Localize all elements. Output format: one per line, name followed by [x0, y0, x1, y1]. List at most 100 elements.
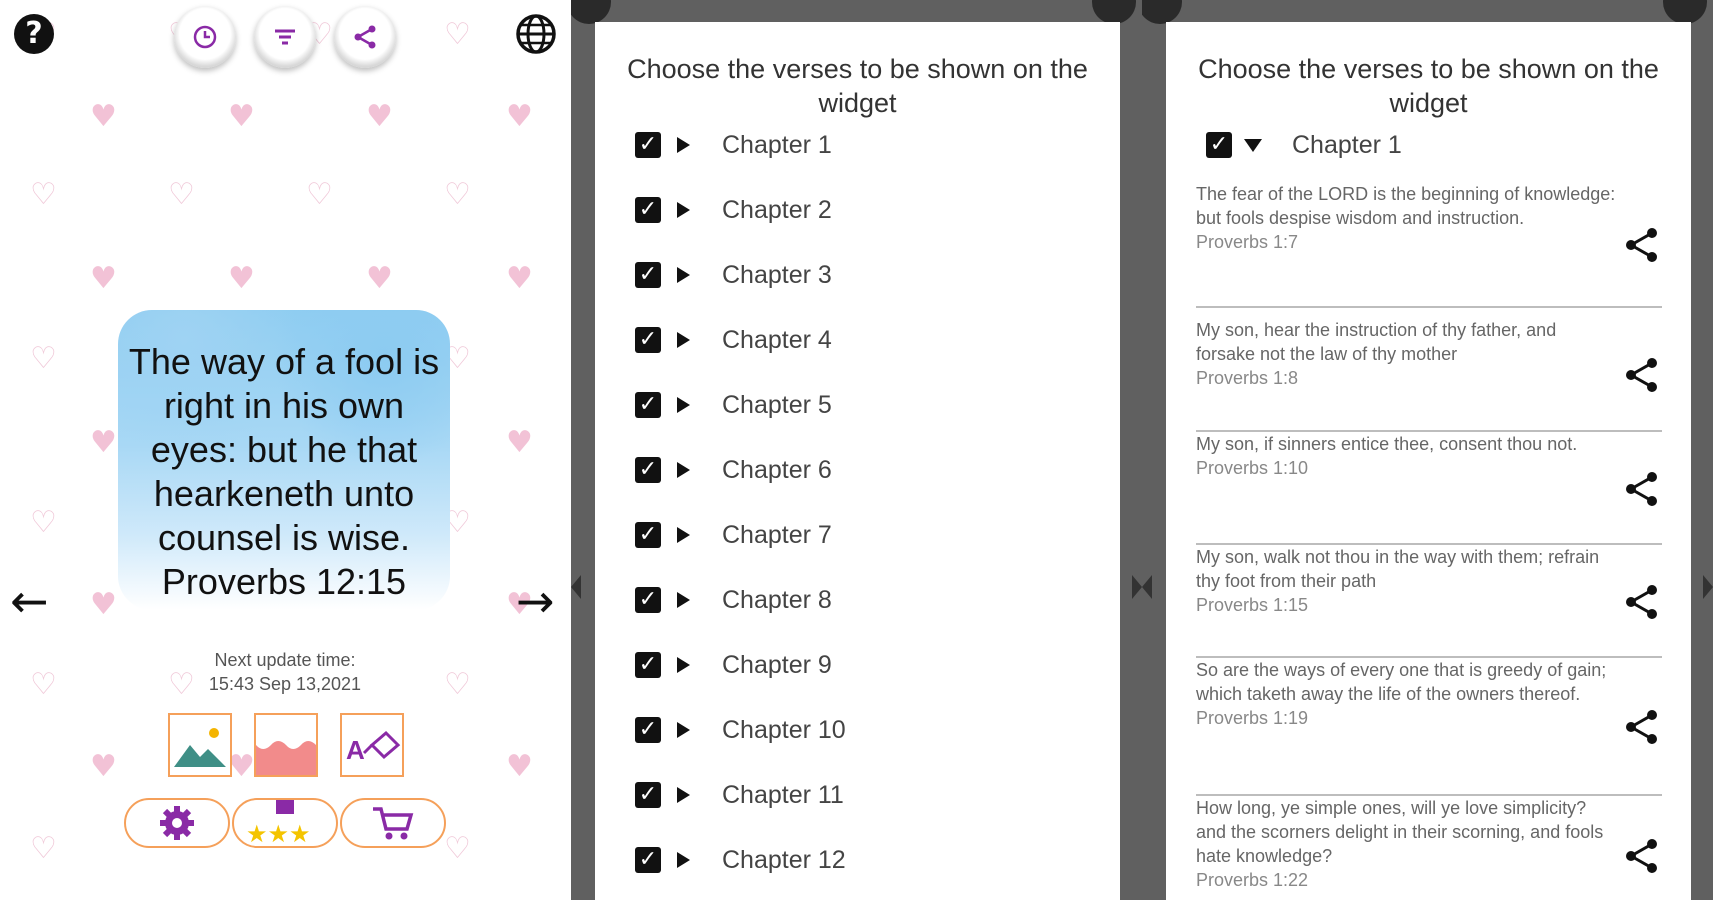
svg-text:★★★: ★★★ — [246, 820, 311, 846]
expand-triangle-icon[interactable] — [677, 592, 690, 608]
chapter-row[interactable]: ✓ Chapter 11 — [635, 770, 844, 820]
wave-style-tile[interactable] — [254, 713, 318, 777]
heart-icon: ♡ — [444, 17, 471, 52]
verse-chooser-sheet: Choose the verses to be shown on the wid… — [595, 22, 1120, 900]
expand-triangle-icon[interactable] — [677, 462, 690, 478]
heart-icon: ♡ — [444, 831, 471, 866]
expand-triangle-icon[interactable] — [677, 397, 690, 413]
verse-item-body: My son, hear the instruction of thy fath… — [1196, 320, 1557, 364]
verse-item-ref: Proverbs 1:19 — [1196, 708, 1309, 728]
verse-item-body: So are the ways of every one that is gre… — [1196, 660, 1607, 704]
chapter-checkbox[interactable]: ✓ — [635, 132, 661, 158]
heart-icon: ♥ — [506, 261, 533, 296]
chapter-checkbox[interactable]: ✓ — [635, 717, 661, 743]
chapter-row-expanded[interactable]: ✓ Chapter 1 — [1206, 120, 1402, 170]
verse-item-ref: Proverbs 1:22 — [1196, 870, 1309, 890]
chapter-label: Chapter 1 — [1292, 130, 1402, 159]
expand-triangle-icon[interactable] — [677, 137, 690, 153]
verse-item-body: How long, ye simple ones, will ye love s… — [1196, 798, 1604, 866]
chapter-label: Chapter 8 — [722, 585, 832, 614]
chapter-label: Chapter 2 — [722, 195, 832, 224]
gear-icon — [160, 806, 194, 840]
rate-button[interactable]: ★★★ — [232, 798, 338, 848]
chapter-row[interactable]: ✓ Chapter 9 — [635, 640, 832, 690]
verse-item-text: So are the ways of every one that is gre… — [1196, 658, 1616, 730]
chapter-checkbox[interactable]: ✓ — [635, 327, 661, 353]
verse-body: The way of a fool is right in his own ey… — [128, 341, 440, 558]
expand-triangle-icon[interactable] — [677, 722, 690, 738]
expand-triangle-icon[interactable] — [677, 787, 690, 803]
chapter-row[interactable]: ✓ Chapter 7 — [635, 510, 832, 560]
heart-icon: ♥ — [90, 99, 117, 134]
globe-icon[interactable] — [514, 12, 558, 56]
expand-triangle-icon[interactable] — [677, 202, 690, 218]
share-icon[interactable] — [1622, 225, 1662, 265]
verse-item[interactable]: So are the ways of every one that is gre… — [1196, 658, 1662, 796]
share-icon[interactable] — [1622, 707, 1662, 747]
background-image-tile[interactable] — [168, 713, 232, 777]
verse-item-text: The fear of the LORD is the beginning of… — [1196, 182, 1616, 254]
verse-item[interactable]: The fear of the LORD is the beginning of… — [1196, 182, 1662, 308]
next-arrow-icon[interactable]: → — [516, 578, 555, 624]
chapter-row[interactable]: ✓ Chapter 5 — [635, 380, 832, 430]
heart-icon: ♡ — [30, 341, 57, 376]
verse-item[interactable]: My son, hear the instruction of thy fath… — [1196, 318, 1662, 432]
prev-arrow-icon[interactable]: ← — [10, 578, 49, 624]
chapter-row[interactable]: ✓ Chapter 1 — [635, 120, 832, 170]
chapter-row[interactable]: ✓ Chapter 10 — [635, 705, 846, 755]
verse-item-body: The fear of the LORD is the beginning of… — [1196, 184, 1616, 228]
share-icon[interactable] — [1622, 582, 1662, 622]
heart-icon: ♥ — [90, 587, 117, 622]
chapter-checkbox[interactable]: ✓ — [635, 782, 661, 808]
verse-text: The way of a fool is right in his own ey… — [118, 340, 450, 604]
text-paint-icon: A — [346, 730, 401, 765]
share-icon[interactable] — [1622, 469, 1662, 509]
heart-icon: ♥ — [228, 99, 255, 134]
expand-triangle-icon[interactable] — [677, 267, 690, 283]
collapse-triangle-icon[interactable] — [1244, 138, 1262, 152]
verse-item[interactable]: My son, walk not thou in the way with th… — [1196, 545, 1662, 658]
shadow-decoration — [1142, 0, 1182, 24]
wave-icon — [256, 715, 316, 749]
expand-triangle-icon[interactable] — [677, 332, 690, 348]
verse-list-panel: Choose the verses to be shown on the wid… — [1142, 0, 1713, 900]
chapter-row[interactable]: ✓ Chapter 8 — [635, 575, 832, 625]
clock-icon — [193, 25, 217, 49]
verse-chooser-sheet: Choose the verses to be shown on the wid… — [1166, 22, 1691, 900]
chapter-row[interactable]: ✓ Chapter 12 — [635, 835, 846, 885]
chapter-checkbox[interactable]: ✓ — [635, 262, 661, 288]
chapter-checkbox[interactable]: ✓ — [635, 457, 661, 483]
chapter-row[interactable]: ✓ Chapter 2 — [635, 185, 832, 235]
history-button[interactable] — [174, 6, 236, 68]
svg-text:A: A — [346, 735, 365, 765]
text-style-tile[interactable]: A — [340, 713, 404, 777]
expand-triangle-icon[interactable] — [677, 527, 690, 543]
expand-triangle-icon[interactable] — [677, 852, 690, 868]
settings-button[interactable] — [124, 798, 230, 848]
widget-preview-panel: ♡♡♡♡♥♥♥♥♡♡♡♡♥♥♥♥♡♡♥♥♡♡♥♥♡♡♡♥♥♥♡♡ ? — [0, 0, 570, 900]
verse-card[interactable]: The way of a fool is right in his own ey… — [118, 310, 450, 610]
chapter-row[interactable]: ✓ Chapter 3 — [635, 250, 832, 300]
filter-button[interactable] — [254, 6, 316, 68]
stars-icon: ★★★ — [246, 800, 311, 846]
heart-icon: ♥ — [228, 261, 255, 296]
chapter-checkbox[interactable]: ✓ — [635, 197, 661, 223]
chapter-label: Chapter 10 — [722, 715, 846, 744]
verse-item[interactable]: My son, if sinners entice thee, consent … — [1196, 432, 1662, 545]
chapter-checkbox[interactable]: ✓ — [635, 587, 661, 613]
share-button[interactable] — [334, 6, 396, 68]
chapter-checkbox[interactable]: ✓ — [635, 522, 661, 548]
share-icon[interactable] — [1622, 355, 1662, 395]
expand-triangle-icon[interactable] — [677, 657, 690, 673]
help-icon[interactable]: ? — [14, 14, 54, 54]
chapter-checkbox[interactable]: ✓ — [635, 392, 661, 418]
verse-item[interactable]: How long, ye simple ones, will ye love s… — [1196, 796, 1662, 900]
chapter-checkbox[interactable]: ✓ — [635, 652, 661, 678]
chapter-row[interactable]: ✓ Chapter 6 — [635, 445, 832, 495]
chapter-row[interactable]: ✓ Chapter 4 — [635, 315, 832, 365]
side-arrow-right-icon — [1703, 575, 1713, 599]
share-icon[interactable] — [1622, 836, 1662, 876]
shop-button[interactable] — [340, 798, 446, 848]
chapter-checkbox[interactable]: ✓ — [1206, 132, 1232, 158]
chapter-checkbox[interactable]: ✓ — [635, 847, 661, 873]
